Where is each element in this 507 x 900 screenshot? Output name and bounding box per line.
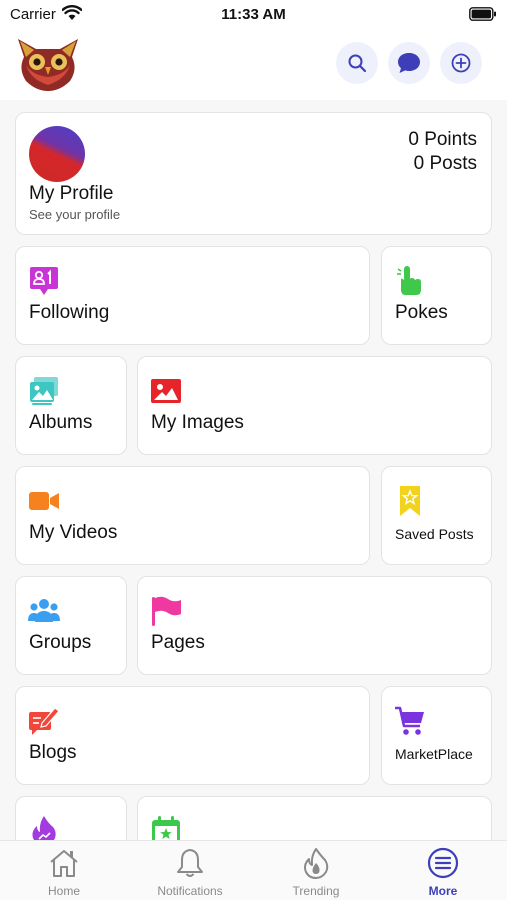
menu-item-my-videos[interactable]: My Videos: [15, 466, 370, 565]
tab-more[interactable]: More: [380, 841, 506, 900]
tab-label: More: [428, 884, 458, 898]
menu-item-pokes[interactable]: Pokes: [381, 246, 492, 345]
image-icon: [151, 379, 181, 403]
menu-label: Saved Posts: [395, 526, 474, 542]
calendar-star-icon: [152, 816, 180, 840]
menu-label: MarketPlace: [395, 746, 473, 762]
bottom-tab-bar: Home Notifications Trending More: [0, 840, 507, 900]
menu-label: Pokes: [395, 302, 448, 323]
flame-icon: [304, 848, 329, 879]
tab-label: Trending: [292, 884, 340, 898]
avatar: [29, 126, 85, 182]
menu-label: Groups: [29, 632, 92, 653]
bell-icon: [177, 849, 203, 877]
profile-card[interactable]: My Profile See your profile 0 Points 0 P…: [15, 112, 492, 235]
menu-label: My Images: [151, 412, 244, 433]
fire-icon: [32, 816, 56, 840]
add-circle-icon: [451, 53, 471, 73]
menu-item-blogs[interactable]: Blogs: [15, 686, 370, 785]
status-bar: Carrier 11:33 AM: [0, 0, 507, 30]
video-camera-icon: [29, 492, 59, 510]
tab-notifications[interactable]: Notifications: [127, 841, 253, 900]
messages-button[interactable]: [388, 42, 430, 84]
menu-item-pages[interactable]: Pages: [137, 576, 492, 675]
menu-label: Following: [29, 302, 110, 323]
menu-item-my-images[interactable]: My Images: [137, 356, 492, 455]
menu-item-popular[interactable]: [15, 796, 127, 840]
groups-icon: [28, 599, 60, 622]
menu-label: My Videos: [29, 522, 118, 543]
more-menu: My Profile See your profile 0 Points 0 P…: [0, 100, 507, 840]
tab-label: Home: [47, 884, 80, 898]
posts-count: 0 Posts: [413, 153, 477, 174]
bookmark-star-icon: [400, 486, 420, 516]
profile-name: My Profile: [29, 183, 114, 204]
menu-item-saved-posts[interactable]: Saved Posts: [381, 466, 492, 565]
menu-circle-icon: [427, 847, 459, 879]
owl-logo[interactable]: [12, 35, 84, 91]
poke-hand-icon: [397, 266, 421, 295]
blog-edit-icon: [29, 707, 60, 735]
chat-bubble-icon: [398, 53, 420, 73]
app-header: [0, 30, 507, 100]
menu-item-albums[interactable]: Albums: [15, 356, 127, 455]
search-button[interactable]: [336, 42, 378, 84]
tab-home[interactable]: Home: [1, 841, 127, 900]
menu-item-events[interactable]: [137, 796, 492, 840]
menu-label: Pages: [151, 632, 205, 653]
tab-trending[interactable]: Trending: [253, 841, 379, 900]
cart-icon: [395, 706, 424, 735]
menu-label: Blogs: [29, 742, 77, 763]
menu-label: Albums: [29, 412, 93, 433]
tab-label: Notifications: [157, 884, 223, 898]
menu-item-marketplace[interactable]: MarketPlace: [381, 686, 492, 785]
add-button[interactable]: [440, 42, 482, 84]
points-count: 0 Points: [408, 129, 477, 150]
menu-item-groups[interactable]: Groups: [15, 576, 127, 675]
battery-icon: [469, 7, 496, 21]
flag-icon: [152, 596, 181, 626]
clock: 11:33 AM: [221, 6, 286, 23]
albums-icon: [30, 377, 58, 405]
following-badge-icon: [30, 267, 58, 295]
menu-item-following[interactable]: Following: [15, 246, 370, 345]
profile-subtitle: See your profile: [29, 207, 121, 222]
home-icon: [50, 850, 78, 877]
search-icon: [348, 54, 367, 73]
